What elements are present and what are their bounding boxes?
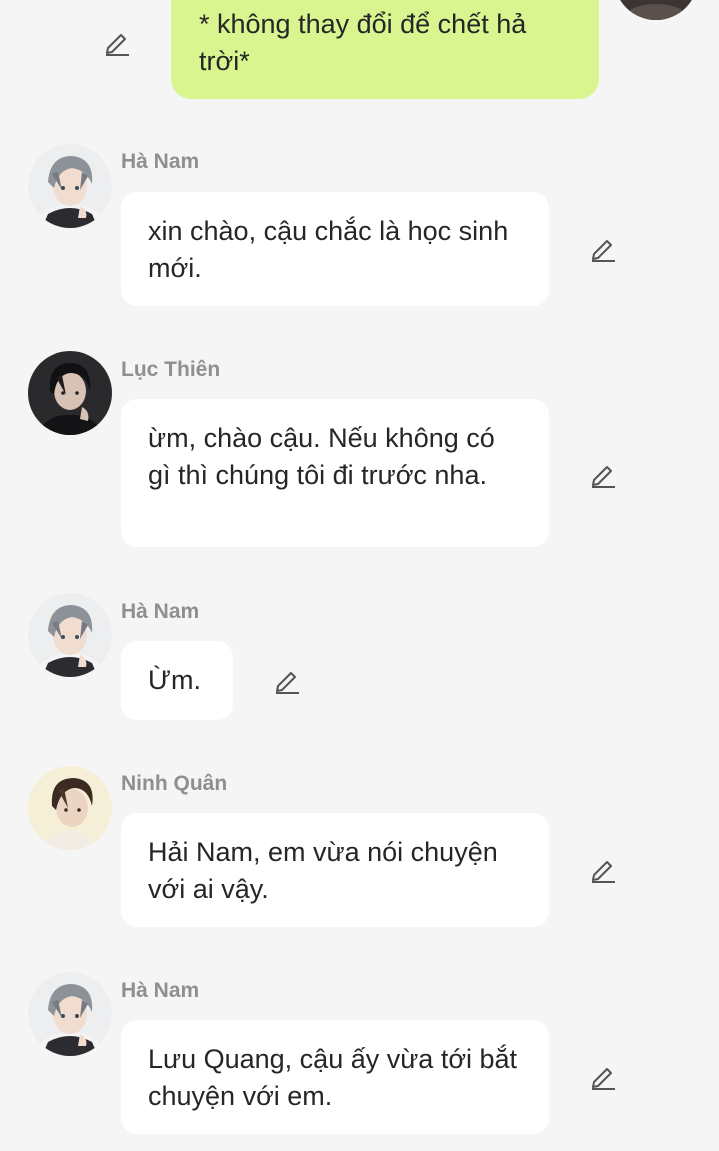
edit-pencil-icon[interactable] [588,1062,618,1092]
message-text: ừm, chào cậu. Nếu không có gì thì chúng … [148,423,495,490]
edit-pencil-icon[interactable] [588,460,618,490]
sender-name: Hà Nam [121,979,200,1002]
message-bubble[interactable]: Lưu Quang, cậu ấy vừa tới bắt chuyện với… [121,1020,549,1134]
message-bubble-outgoing[interactable]: * không thay đổi để chết hả trời* [171,0,599,99]
boy-gray-hair-avatar[interactable] [28,144,112,228]
message-bubble[interactable]: xin chào, cậu chắc là học sinh mới. [121,192,549,306]
sender-name: Lục Thiên [121,358,221,381]
brown-hair-boy-avatar[interactable] [28,766,112,850]
message-text: xin chào, cậu chắc là học sinh mới. [148,216,509,283]
sender-name: Hà Nam [121,150,200,173]
edit-pencil-icon[interactable] [102,28,132,58]
edit-pencil-icon[interactable] [272,666,302,696]
message-text: Hải Nam, em vừa nói chuyện với ai vậy. [148,837,498,904]
edit-pencil-icon[interactable] [588,855,618,885]
boy-gray-hair-avatar[interactable] [28,972,112,1056]
sender-name: Hà Nam [121,600,200,623]
dark-hair-boy-avatar[interactable] [28,351,112,435]
edit-pencil-icon[interactable] [588,234,618,264]
message-text: * không thay đổi để chết hả trời* [199,9,527,76]
boy-gray-hair-avatar[interactable] [28,593,112,677]
message-text: Lưu Quang, cậu ấy vừa tới bắt chuyện với… [148,1044,518,1111]
message-text: Ừm. [148,665,202,695]
self-avatar [614,0,698,20]
message-bubble[interactable]: Hải Nam, em vừa nói chuyện với ai vậy. [121,813,549,927]
sender-name: Ninh Quân [121,772,228,795]
message-bubble[interactable]: ừm, chào cậu. Nếu không có gì thì chúng … [121,399,549,547]
message-bubble[interactable]: Ừm. [121,641,233,720]
